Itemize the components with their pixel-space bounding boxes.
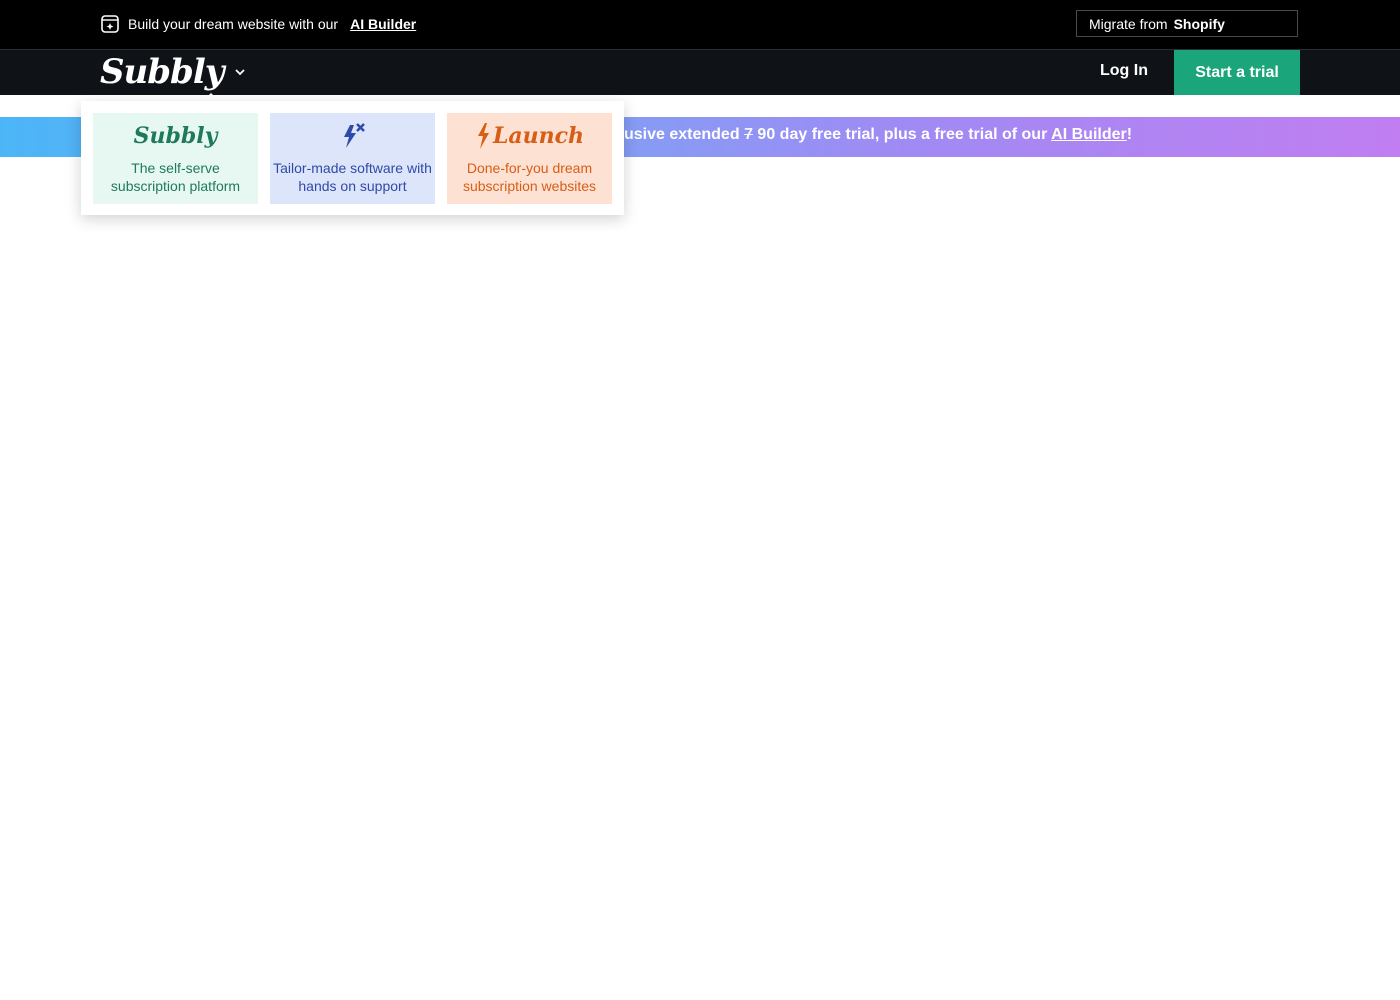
promo-text-after: day free trial, plus a free trial of our xyxy=(779,126,1048,143)
announcement-bar: Build your dream website with our AI Bui… xyxy=(0,0,1400,49)
bolt-x-icon xyxy=(343,123,365,148)
logo: Subbly xyxy=(100,52,224,92)
product-card-subbly-x[interactable]: Tailor-made software with hands on suppo… xyxy=(270,113,435,204)
launch-brand-text: Launch xyxy=(492,123,585,149)
launch-brand: Launch xyxy=(475,121,584,151)
start-trial-button[interactable]: Start a trial xyxy=(1174,50,1300,95)
product-card-subbly[interactable]: Subbly The self-serve subscription platf… xyxy=(93,113,258,204)
promo-end: ! xyxy=(1126,126,1133,143)
product-card-launch[interactable]: Launch Done-for-you dream subscription w… xyxy=(447,113,612,204)
migrate-brand: Shopify xyxy=(1173,15,1225,32)
chevron-down-icon xyxy=(234,69,245,76)
product-dropdown: Subbly The self-serve subscription platf… xyxy=(81,101,624,215)
subbly-x-desc: Tailor-made software with hands on suppo… xyxy=(273,160,432,194)
migrate-prefix: Migrate from xyxy=(1089,15,1168,32)
promo-text-before: usive extended xyxy=(624,126,740,143)
launch-desc: Done-for-you dream subscription websites xyxy=(462,160,597,194)
announcement-text: Build your dream website with our xyxy=(128,16,339,32)
migrate-from-shopify-button[interactable]: Migrate from Shopify xyxy=(1076,10,1298,37)
promo-struck-number: 7 xyxy=(744,126,753,143)
bolt-icon xyxy=(477,123,489,149)
promo-ai-builder-link[interactable]: AI Builder xyxy=(1051,126,1127,143)
ai-builder-icon xyxy=(101,15,119,33)
announcement-content: Build your dream website with our AI Bui… xyxy=(100,12,416,36)
logo-menu-toggle[interactable]: Subbly xyxy=(100,52,246,92)
subbly-desc: The self-serve subscription platform xyxy=(110,160,241,194)
subbly-brand-text: Subbly xyxy=(133,123,218,149)
ai-builder-link[interactable]: AI Builder xyxy=(350,16,416,32)
promo-text: usive extended 7 90 day free trial, plus… xyxy=(624,126,1132,144)
promo-bold-number: 90 xyxy=(757,126,776,143)
subbly-x-brand xyxy=(338,121,368,151)
dropdown-caret xyxy=(203,93,219,101)
main-navbar: Subbly Log In Start a trial xyxy=(0,49,1400,95)
subbly-brand: Subbly xyxy=(134,121,218,151)
login-link[interactable]: Log In xyxy=(1100,62,1148,80)
